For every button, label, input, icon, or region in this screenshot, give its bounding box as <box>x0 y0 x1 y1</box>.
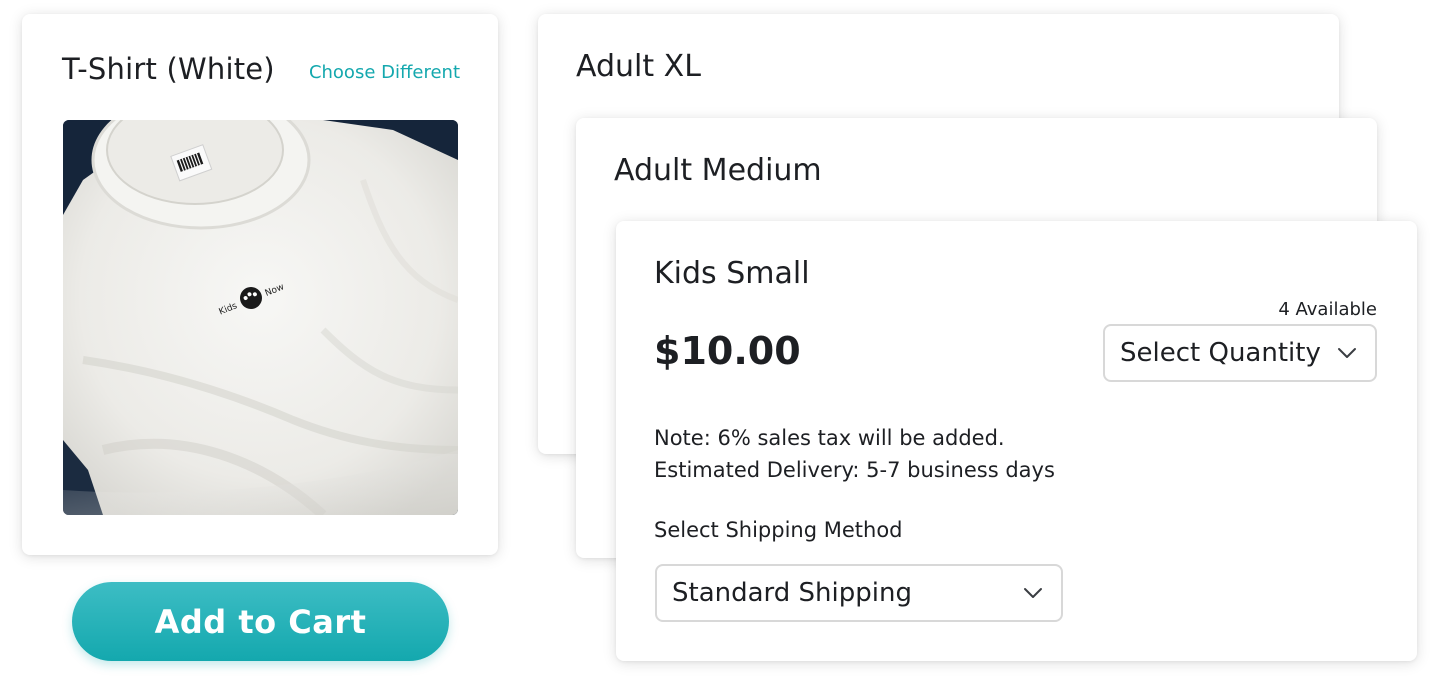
chevron-down-icon <box>1024 588 1042 598</box>
size-title: Adult Medium <box>614 153 822 188</box>
chevron-down-icon <box>1338 348 1356 358</box>
choose-different-link[interactable]: Choose Different <box>309 62 460 83</box>
delivery-note: Estimated Delivery: 5-7 business days <box>654 458 1055 482</box>
shipping-select-value: Standard Shipping <box>672 578 912 608</box>
shipping-method-select[interactable]: Standard Shipping <box>655 564 1063 622</box>
product-title: T-Shirt (White) <box>62 52 275 86</box>
size-card-kids-small: Kids Small $10.00 4 Available Select Qua… <box>616 221 1417 661</box>
price: $10.00 <box>654 329 801 373</box>
quantity-select[interactable]: Select Quantity <box>1103 324 1377 382</box>
quantity-select-value: Select Quantity <box>1120 338 1321 368</box>
product-image: Kids Now <box>63 120 458 515</box>
order-notes: Note: 6% sales tax will be added. Estima… <box>654 422 1055 486</box>
add-to-cart-button[interactable]: Add to Cart <box>72 582 449 661</box>
size-title: Adult XL <box>576 49 701 84</box>
product-card: T-Shirt (White) Choose Different Kids No… <box>22 14 498 555</box>
tax-note: Note: 6% sales tax will be added. <box>654 426 1005 450</box>
shipping-method-label: Select Shipping Method <box>654 518 903 542</box>
size-title: Kids Small <box>654 256 810 291</box>
tshirt-image: Kids Now <box>63 120 458 515</box>
available-count: 4 Available <box>1278 299 1377 320</box>
